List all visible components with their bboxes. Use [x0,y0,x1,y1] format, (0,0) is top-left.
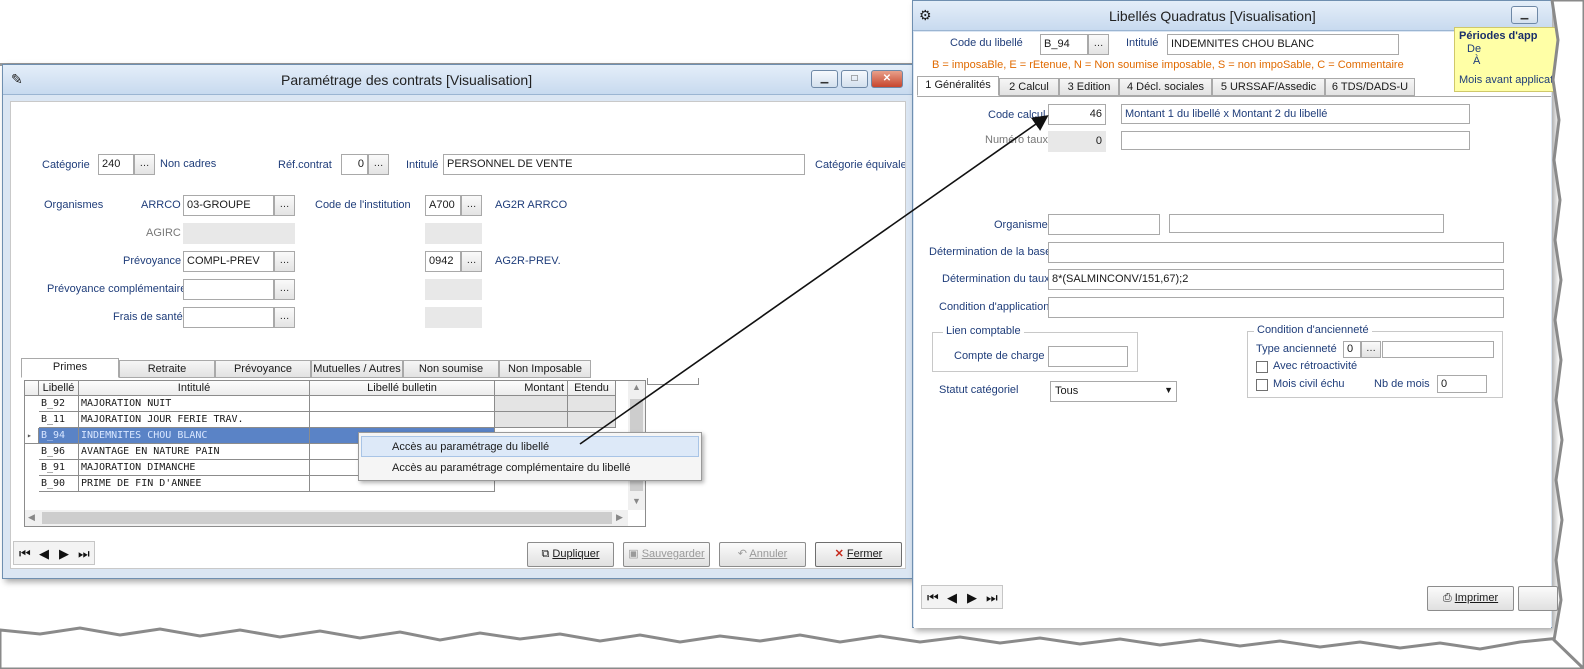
torn-edge-right [1550,0,1584,669]
callout-arrow [579,115,1049,445]
torn-edge-bottom [0,626,1584,669]
